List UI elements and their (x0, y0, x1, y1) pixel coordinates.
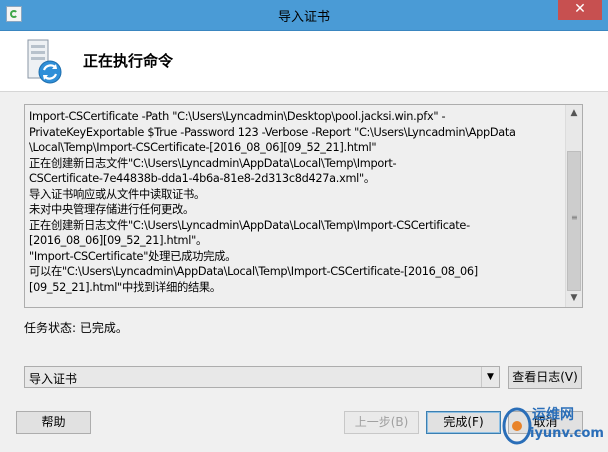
watermark-text: 运维网 (532, 407, 574, 423)
title-bar: 导入证书 ✕ (0, 0, 608, 31)
dropdown-selected-value: 导入证书 (29, 372, 78, 386)
task-status: 任务状态: 已完成。 (24, 321, 128, 335)
log-line: Import-CSCertificate -Path "C:\Users\Lyn… (29, 110, 446, 123)
log-line: 正在创建新日志文件"C:\Users\Lyncadmin\AppData\Loc… (29, 218, 470, 232)
server-sync-icon (27, 39, 62, 84)
task-select-dropdown[interactable]: 导入证书 ▼ (24, 366, 500, 388)
page-title: 正在执行命令 (83, 52, 174, 70)
vertical-scrollbar[interactable]: ▲ ≡ ▼ (565, 105, 582, 307)
grip-icon: ≡ (571, 213, 578, 222)
window-title: 导入证书 (277, 10, 330, 25)
log-line: PrivateKeyExportable $True -Password 123… (29, 125, 516, 139)
wizard-header: 正在执行命令 (0, 31, 608, 92)
log-line: 可以在"C:\Users\Lyncadmin\AppData\Local\Tem… (29, 265, 478, 278)
command-log-textbox[interactable]: Import-CSCertificate -Path "C:\Users\Lyn… (24, 104, 583, 308)
close-button[interactable]: ✕ (558, 0, 602, 20)
log-line: [09_52_21].html"中找到详细的结果。 (29, 280, 221, 294)
watermark-url: iyunv.com (530, 426, 604, 441)
watermark-logo-icon (502, 407, 532, 445)
view-log-button[interactable]: 查看日志(V) (508, 366, 582, 389)
scroll-up-arrow-icon[interactable]: ▲ (566, 105, 582, 122)
back-button[interactable]: 上一步(B) (344, 411, 419, 434)
watermark: 运维网 iyunv.com (500, 403, 608, 452)
log-line: 导入证书响应或从文件中读取证书。 (29, 187, 205, 201)
log-text: Import-CSCertificate -Path "C:\Users\Lyn… (29, 109, 563, 303)
scroll-down-arrow-icon[interactable]: ▼ (566, 290, 582, 307)
log-line: "Import-CSCertificate"处理已成功完成。 (29, 249, 237, 263)
finish-button[interactable]: 完成(F) (426, 411, 501, 434)
log-line: 未对中央管理存储进行任何更改。 (29, 203, 194, 216)
chevron-down-icon[interactable]: ▼ (481, 367, 499, 387)
scrollbar-thumb[interactable]: ≡ (567, 151, 581, 291)
log-line: 正在创建新日志文件"C:\Users\Lyncadmin\AppData\Loc… (29, 156, 397, 170)
log-line: \Local\Temp\Import-CSCertificate-[2016_0… (29, 141, 377, 154)
log-line: [2016_08_06][09_52_21].html"。 (29, 234, 207, 247)
log-line: CSCertificate-7e44838b-dda1-4b6a-81e8-2d… (29, 172, 375, 185)
help-button[interactable]: 帮助 (16, 411, 91, 434)
